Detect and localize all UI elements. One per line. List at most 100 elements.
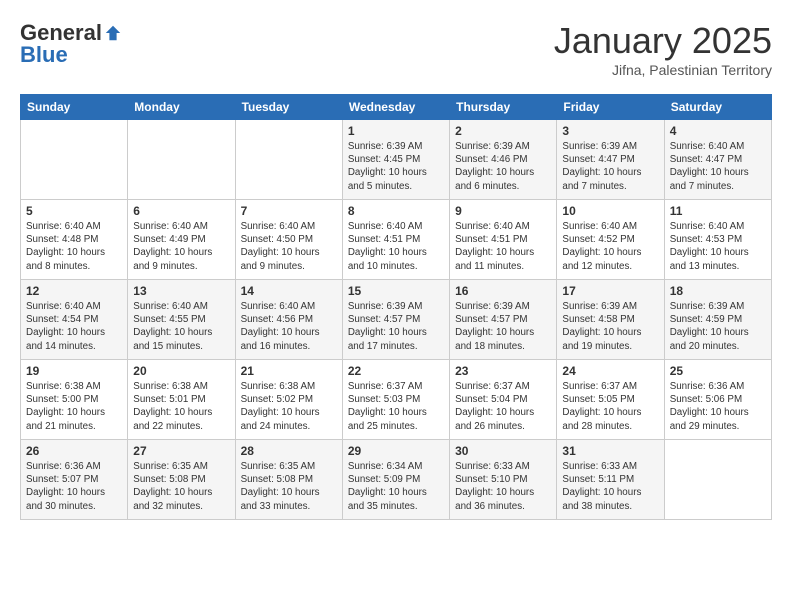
day-info: Sunrise: 6:36 AMSunset: 5:07 PMDaylight:… <box>26 460 122 513</box>
day-info: Sunrise: 6:40 AMSunset: 4:53 PMDaylight:… <box>670 220 766 273</box>
calendar-day-cell: 23 Sunrise: 6:37 AMSunset: 5:04 PMDayligh… <box>450 360 557 440</box>
day-info: Sunrise: 6:40 AMSunset: 4:54 PMDaylight:… <box>26 300 122 353</box>
day-info: Sunrise: 6:38 AMSunset: 5:01 PMDaylight:… <box>133 380 229 433</box>
day-info: Sunrise: 6:39 AMSunset: 4:59 PMDaylight:… <box>670 300 766 353</box>
day-info: Sunrise: 6:40 AMSunset: 4:52 PMDaylight:… <box>562 220 658 273</box>
calendar-day-cell: 13Sunrise: 6:40 AMSunset: 4:55 PMDayligh… <box>128 280 235 360</box>
calendar-day-cell: 11 Sunrise: 6:40 AMSunset: 4:53 PMDayligh… <box>664 200 771 280</box>
calendar-day-cell: 26 Sunrise: 6:36 AMSunset: 5:07 PMDayligh… <box>21 440 128 520</box>
day-number: 21 <box>241 364 337 378</box>
calendar-day-cell: 28 Sunrise: 6:35 AMSunset: 5:08 PMDayligh… <box>235 440 342 520</box>
day-info: Sunrise: 6:37 AMSunset: 5:04 PMDaylight:… <box>455 380 551 433</box>
calendar-day-cell <box>235 120 342 200</box>
day-number: 22 <box>348 364 444 378</box>
day-info: Sunrise: 6:39 AMSunset: 4:58 PMDaylight:… <box>562 300 658 353</box>
day-number: 31 <box>562 444 658 458</box>
day-number: 12 <box>26 284 122 298</box>
day-number: 2 <box>455 124 551 138</box>
day-number: 27 <box>133 444 229 458</box>
day-number: 23 <box>455 364 551 378</box>
day-info: Sunrise: 6:39 AMSunset: 4:45 PMDaylight:… <box>348 140 444 193</box>
day-info: Sunrise: 6:33 AMSunset: 5:10 PMDaylight:… <box>455 460 551 513</box>
day-number: 24 <box>562 364 658 378</box>
calendar-day-cell: 4 Sunrise: 6:40 AMSunset: 4:47 PMDaylight… <box>664 120 771 200</box>
calendar-week-row: 26 Sunrise: 6:36 AMSunset: 5:07 PMDayligh… <box>21 440 772 520</box>
day-number: 20 <box>133 364 229 378</box>
day-number: 3 <box>562 124 658 138</box>
day-number: 26 <box>26 444 122 458</box>
weekday-header-cell: Saturday <box>664 95 771 120</box>
calendar-body: 1 Sunrise: 6:39 AMSunset: 4:45 PMDaylight… <box>21 120 772 520</box>
logo-icon <box>104 24 122 42</box>
day-info: Sunrise: 6:38 AMSunset: 5:02 PMDaylight:… <box>241 380 337 433</box>
calendar-day-cell: 24Sunrise: 6:37 AMSunset: 5:05 PMDayligh… <box>557 360 664 440</box>
day-number: 4 <box>670 124 766 138</box>
page-header: General Blue January 2025 Jifna, Palesti… <box>20 20 772 78</box>
calendar-day-cell: 19Sunrise: 6:38 AMSunset: 5:00 PMDayligh… <box>21 360 128 440</box>
day-info: Sunrise: 6:35 AMSunset: 5:08 PMDaylight:… <box>241 460 337 513</box>
calendar-day-cell: 15 Sunrise: 6:39 AMSunset: 4:57 PMDayligh… <box>342 280 449 360</box>
weekday-header-cell: Friday <box>557 95 664 120</box>
day-info: Sunrise: 6:33 AMSunset: 5:11 PMDaylight:… <box>562 460 658 513</box>
weekday-header-row: SundayMondayTuesdayWednesdayThursdayFrid… <box>21 95 772 120</box>
calendar-day-cell: 9 Sunrise: 6:40 AMSunset: 4:51 PMDaylight… <box>450 200 557 280</box>
day-info: Sunrise: 6:40 AMSunset: 4:51 PMDaylight:… <box>455 220 551 273</box>
calendar-day-cell: 18 Sunrise: 6:39 AMSunset: 4:59 PMDayligh… <box>664 280 771 360</box>
day-info: Sunrise: 6:38 AMSunset: 5:00 PMDaylight:… <box>26 380 122 433</box>
day-info: Sunrise: 6:40 AMSunset: 4:55 PMDaylight:… <box>133 300 229 353</box>
calendar-day-cell: 1 Sunrise: 6:39 AMSunset: 4:45 PMDaylight… <box>342 120 449 200</box>
day-info: Sunrise: 6:40 AMSunset: 4:47 PMDaylight:… <box>670 140 766 193</box>
day-number: 17 <box>562 284 658 298</box>
day-number: 25 <box>670 364 766 378</box>
calendar-week-row: 5 Sunrise: 6:40 AMSunset: 4:48 PMDaylight… <box>21 200 772 280</box>
day-number: 1 <box>348 124 444 138</box>
calendar-day-cell: 5 Sunrise: 6:40 AMSunset: 4:48 PMDaylight… <box>21 200 128 280</box>
calendar-day-cell: 27 Sunrise: 6:35 AMSunset: 5:08 PMDayligh… <box>128 440 235 520</box>
calendar-day-cell: 12 Sunrise: 6:40 AMSunset: 4:54 PMDayligh… <box>21 280 128 360</box>
location-subtitle: Jifna, Palestinian Territory <box>554 62 772 78</box>
weekday-header-cell: Monday <box>128 95 235 120</box>
day-number: 7 <box>241 204 337 218</box>
calendar-day-cell: 31 Sunrise: 6:33 AMSunset: 5:11 PMDayligh… <box>557 440 664 520</box>
logo-blue-text: Blue <box>20 42 68 68</box>
day-number: 5 <box>26 204 122 218</box>
weekday-header-cell: Sunday <box>21 95 128 120</box>
day-number: 28 <box>241 444 337 458</box>
day-number: 11 <box>670 204 766 218</box>
calendar-day-cell: 10Sunrise: 6:40 AMSunset: 4:52 PMDayligh… <box>557 200 664 280</box>
day-info: Sunrise: 6:40 AMSunset: 4:56 PMDaylight:… <box>241 300 337 353</box>
day-number: 30 <box>455 444 551 458</box>
day-info: Sunrise: 6:35 AMSunset: 5:08 PMDaylight:… <box>133 460 229 513</box>
day-info: Sunrise: 6:39 AMSunset: 4:47 PMDaylight:… <box>562 140 658 193</box>
calendar-day-cell: 25 Sunrise: 6:36 AMSunset: 5:06 PMDayligh… <box>664 360 771 440</box>
calendar-day-cell: 14 Sunrise: 6:40 AMSunset: 4:56 PMDayligh… <box>235 280 342 360</box>
calendar-day-cell <box>21 120 128 200</box>
weekday-header-cell: Wednesday <box>342 95 449 120</box>
day-info: Sunrise: 6:39 AMSunset: 4:57 PMDaylight:… <box>348 300 444 353</box>
calendar-day-cell: 20 Sunrise: 6:38 AMSunset: 5:01 PMDayligh… <box>128 360 235 440</box>
day-info: Sunrise: 6:36 AMSunset: 5:06 PMDaylight:… <box>670 380 766 433</box>
weekday-header-cell: Tuesday <box>235 95 342 120</box>
day-number: 6 <box>133 204 229 218</box>
day-number: 15 <box>348 284 444 298</box>
calendar-day-cell: 21 Sunrise: 6:38 AMSunset: 5:02 PMDayligh… <box>235 360 342 440</box>
calendar-day-cell: 17 Sunrise: 6:39 AMSunset: 4:58 PMDayligh… <box>557 280 664 360</box>
calendar-day-cell: 29Sunrise: 6:34 AMSunset: 5:09 PMDayligh… <box>342 440 449 520</box>
weekday-header-cell: Thursday <box>450 95 557 120</box>
day-info: Sunrise: 6:40 AMSunset: 4:48 PMDaylight:… <box>26 220 122 273</box>
calendar-week-row: 19Sunrise: 6:38 AMSunset: 5:00 PMDayligh… <box>21 360 772 440</box>
day-number: 29 <box>348 444 444 458</box>
calendar-week-row: 1 Sunrise: 6:39 AMSunset: 4:45 PMDaylight… <box>21 120 772 200</box>
calendar-day-cell: 22Sunrise: 6:37 AMSunset: 5:03 PMDayligh… <box>342 360 449 440</box>
day-number: 18 <box>670 284 766 298</box>
day-info: Sunrise: 6:40 AMSunset: 4:49 PMDaylight:… <box>133 220 229 273</box>
day-number: 8 <box>348 204 444 218</box>
calendar-day-cell: 8Sunrise: 6:40 AMSunset: 4:51 PMDaylight… <box>342 200 449 280</box>
day-number: 14 <box>241 284 337 298</box>
calendar-week-row: 12 Sunrise: 6:40 AMSunset: 4:54 PMDayligh… <box>21 280 772 360</box>
calendar-day-cell: 6 Sunrise: 6:40 AMSunset: 4:49 PMDaylight… <box>128 200 235 280</box>
day-number: 16 <box>455 284 551 298</box>
calendar-day-cell: 30 Sunrise: 6:33 AMSunset: 5:10 PMDayligh… <box>450 440 557 520</box>
title-area: January 2025 Jifna, Palestinian Territor… <box>554 20 772 78</box>
day-number: 9 <box>455 204 551 218</box>
